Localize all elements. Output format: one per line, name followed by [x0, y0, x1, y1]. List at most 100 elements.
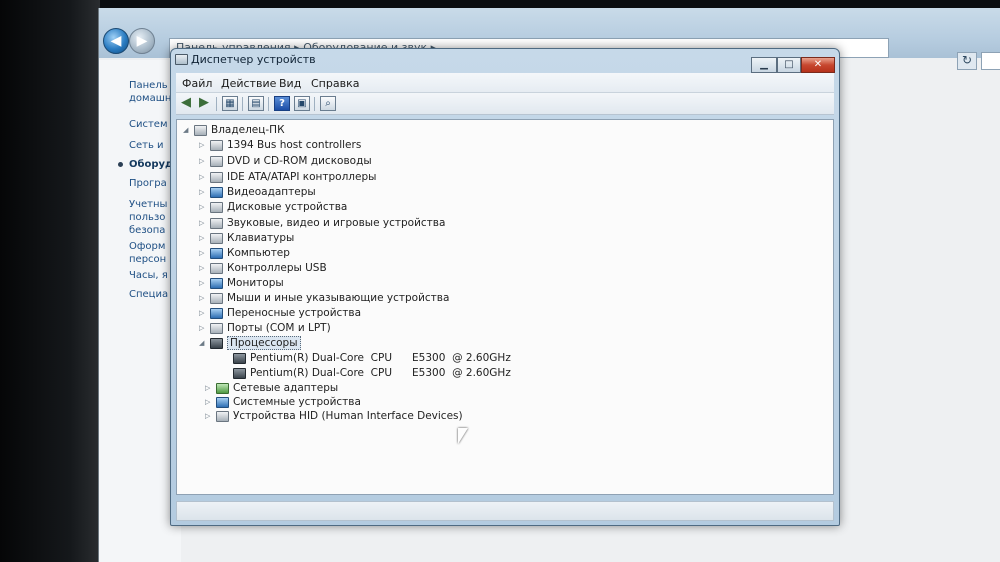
tree-node-label: Клавиатуры [227, 232, 295, 244]
monitor-bezel [0, 0, 100, 562]
collapsed-triangle-icon[interactable]: ▷ [199, 217, 208, 230]
forward-arrow-icon[interactable]: ▶ [196, 96, 212, 111]
tree-node-keyboards[interactable]: ▷ Клавиатуры [199, 232, 294, 246]
menu-file[interactable]: Файл [182, 77, 212, 90]
tree-node-label: IDE ATA/ATAPI контроллеры [227, 171, 377, 183]
tree-node-processors[interactable]: ◢ Процессоры [199, 336, 301, 351]
tree-node-dvd[interactable]: ▷ DVD и CD-ROM дисководы [199, 155, 372, 169]
tree-node-ide[interactable]: ▷ IDE ATA/ATAPI контроллеры [199, 171, 376, 185]
monitor-icon [210, 278, 223, 289]
tree-node-label: Дисковые устройства [227, 201, 348, 213]
menu-help[interactable]: Справка [311, 77, 359, 90]
view-icon[interactable]: ▣ [294, 96, 310, 111]
collapsed-triangle-icon[interactable]: ▷ [199, 171, 208, 184]
collapsed-triangle-icon[interactable]: ▷ [199, 277, 208, 290]
collapsed-triangle-icon[interactable]: ▷ [199, 307, 208, 320]
mouse-cursor-icon [458, 428, 468, 444]
tree-node-label: Процессоры [227, 336, 301, 350]
tree-node-cpu-2[interactable]: Pentium(R) Dual-Core CPU E5300 @ 2.60GHz [217, 367, 511, 381]
tree-node-label: 1394 Bus host controllers [227, 139, 362, 151]
tree-node-portable[interactable]: ▷ Переносные устройства [199, 307, 361, 321]
tree-node-label: Pentium(R) Dual-Core CPU E5300 @ 2.60GHz [250, 352, 511, 364]
refresh-icon[interactable]: ↻ [957, 52, 977, 70]
system-device-icon [216, 397, 229, 408]
device-manager-icon [175, 54, 188, 65]
display-adapter-icon [210, 187, 223, 198]
menu-action[interactable]: Действие [221, 77, 276, 90]
mouse-icon [210, 293, 223, 304]
tree-node-video[interactable]: ▷ Видеоадаптеры [199, 186, 316, 200]
network-adapter-icon [216, 383, 229, 394]
processor-icon [233, 368, 246, 379]
toolbar-separator [216, 97, 217, 111]
collapsed-triangle-icon[interactable]: ▷ [199, 186, 208, 199]
collapsed-triangle-icon[interactable]: ▷ [199, 139, 208, 152]
tree-node-sound[interactable]: ▷ Звуковые, видео и игровые устройства [199, 217, 445, 231]
collapsed-triangle-icon[interactable]: ▷ [199, 155, 208, 168]
tree-node-1394[interactable]: ▷ 1394 Bus host controllers [199, 139, 361, 153]
tree-node-label: Звуковые, видео и игровые устройства [227, 217, 446, 229]
device-tree: ◢ Владелец-ПК ▷ 1394 Bus host controllers … [176, 119, 834, 495]
tree-node-ports[interactable]: ▷ Порты (COM и LPT) [199, 322, 331, 336]
scan-hardware-icon[interactable]: ⌕ [320, 96, 336, 111]
collapsed-triangle-icon[interactable]: ▷ [199, 232, 208, 245]
port-icon [210, 323, 223, 334]
computer-icon [194, 125, 207, 136]
tree-node-label: Мониторы [227, 277, 284, 289]
close-button[interactable]: ✕ [801, 57, 835, 73]
toolbar-separator [242, 97, 243, 111]
tree-node-label: Видеоадаптеры [227, 186, 316, 198]
collapsed-triangle-icon[interactable]: ▷ [199, 247, 208, 260]
tree-node-label: Pentium(R) Dual-Core CPU E5300 @ 2.60GHz [250, 367, 511, 379]
back-button[interactable]: ◀ [103, 28, 129, 54]
tree-node-system[interactable]: ▷ Системные устройства [205, 396, 361, 410]
collapsed-triangle-icon[interactable]: ▷ [199, 262, 208, 275]
tree-node-computer[interactable]: ▷ Компьютер [199, 247, 290, 261]
menu-view[interactable]: Вид [279, 77, 301, 90]
back-arrow-icon[interactable]: ◀ [178, 96, 194, 111]
tree-node-hid[interactable]: ▷ Устройства HID (Human Interface Devices… [205, 410, 463, 424]
tree-node-label: Контроллеры USB [227, 262, 327, 274]
toolbar: ◀ ▶ ▦ ▤ ? ▣ ⌕ [176, 93, 834, 115]
forward-button[interactable]: ▶ [129, 28, 155, 54]
minimize-button[interactable]: ▁ [751, 57, 777, 73]
toolbar-separator [268, 97, 269, 111]
update-driver-icon[interactable]: ▤ [248, 96, 264, 111]
tree-node-disks[interactable]: ▷ Дисковые устройства [199, 201, 347, 215]
processor-icon [233, 353, 246, 364]
portable-device-icon [210, 308, 223, 319]
processor-icon [210, 338, 223, 349]
tree-node-monitors[interactable]: ▷ Мониторы [199, 277, 284, 291]
collapsed-triangle-icon[interactable]: ▷ [205, 396, 214, 409]
help-icon[interactable]: ? [274, 96, 290, 111]
tree-node-label: Системные устройства [233, 396, 361, 408]
ide-controller-icon [210, 172, 223, 183]
collapsed-triangle-icon[interactable]: ▷ [199, 292, 208, 305]
dvd-drive-icon [210, 156, 223, 167]
collapsed-triangle-icon[interactable]: ▷ [199, 201, 208, 214]
tree-node-mice[interactable]: ▷ Мыши и иные указывающие устройства [199, 292, 449, 306]
control-panel-sidebar: Панель домашн Систем Сеть и Оборуд Прогр… [99, 60, 181, 562]
collapsed-triangle-icon[interactable]: ▷ [205, 382, 214, 395]
tree-node-label: Порты (COM и LPT) [227, 322, 331, 334]
hid-device-icon [216, 411, 229, 422]
tree-root[interactable]: ◢ Владелец-ПК [183, 124, 285, 138]
tree-node-usb[interactable]: ▷ Контроллеры USB [199, 262, 327, 276]
tree-node-network[interactable]: ▷ Сетевые адаптеры [205, 382, 338, 396]
tree-node-label: Переносные устройства [227, 307, 362, 319]
speaker-icon [210, 218, 223, 229]
tree-node-label: Компьютер [227, 247, 290, 259]
toolbar-separator [314, 97, 315, 111]
expanded-triangle-icon[interactable]: ◢ [199, 337, 208, 350]
keyboard-icon [210, 233, 223, 244]
collapsed-triangle-icon[interactable]: ▷ [199, 322, 208, 335]
search-input[interactable] [981, 52, 1000, 70]
collapsed-triangle-icon[interactable]: ▷ [205, 410, 214, 423]
properties-icon[interactable]: ▦ [222, 96, 238, 111]
tree-node-label: DVD и CD-ROM дисководы [227, 155, 372, 167]
tree-node-label: Сетевые адаптеры [233, 382, 339, 394]
expanded-triangle-icon[interactable]: ◢ [183, 124, 192, 137]
maximize-button[interactable]: □ [777, 57, 801, 73]
tree-node-cpu-1[interactable]: Pentium(R) Dual-Core CPU E5300 @ 2.60GHz [217, 352, 511, 366]
window-title: Диспетчер устройств [191, 53, 316, 66]
